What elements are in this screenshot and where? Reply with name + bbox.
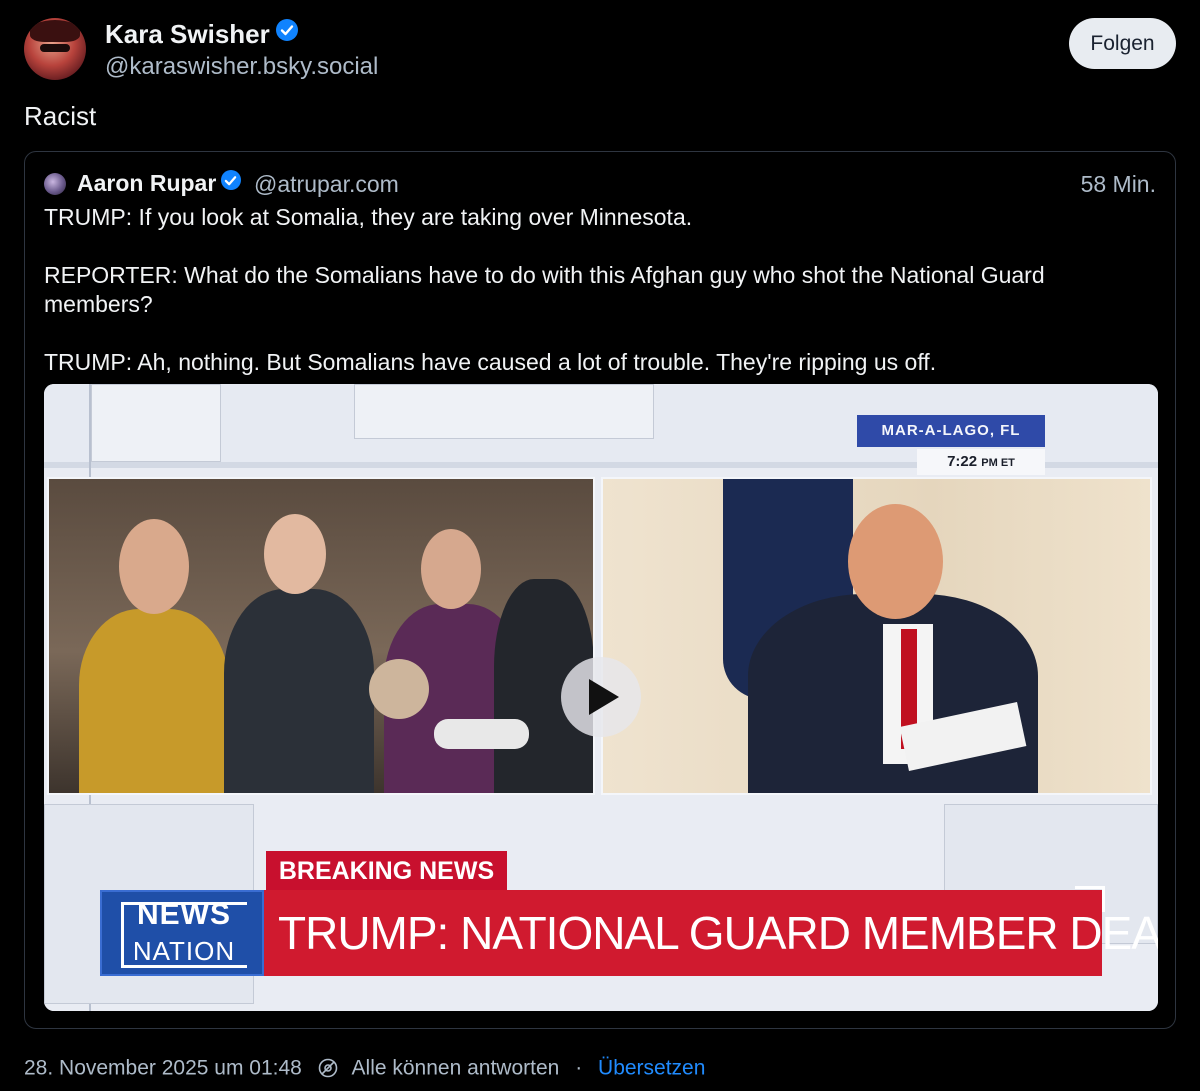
post-author-name[interactable]: Kara Swisher [105,19,298,50]
quoted-post[interactable]: Aaron Rupar @atrupar.com 58 Min. TRUMP: … [24,151,1176,1029]
news-nation-logo: NEWS NATION [100,890,264,976]
quoted-author-name[interactable]: Aaron Rupar [77,170,242,197]
follow-button[interactable]: Folgen [1069,18,1176,69]
post-text: Racist [24,101,97,131]
post-author-name-text: Kara Swisher [105,19,270,49]
time-tag-suffix: PM ET [981,457,1015,469]
reporter-figure [224,589,374,793]
video-frame-trump [601,477,1152,795]
verified-badge-icon[interactable] [275,19,298,41]
reply-setting-text[interactable]: Alle können antworten [352,1056,560,1079]
time-tag-clock: 7:22 [947,453,978,470]
reporter-figure [119,519,189,614]
studio-tile [354,384,654,439]
photographer-figure [369,659,429,719]
camera-lens [434,719,529,749]
avatar-hair [30,20,80,42]
post-timestamp[interactable]: 28. November 2025 um 01:48 [24,1056,302,1079]
verified-badge-icon[interactable] [221,170,242,190]
quoted-author-handle[interactable]: @atrupar.com [254,171,399,198]
footer-separator: · [575,1056,583,1080]
quoted-paragraph: TRUMP: If you look at Somalia, they are … [44,204,693,230]
post-footer: 28. November 2025 um 01:48 Alle können a… [24,1056,705,1080]
post-author-handle[interactable]: @karaswisher.bsky.social [105,53,378,81]
reporter-figure [79,609,229,793]
news-headline: TRUMP: NATIONAL GUARD MEMBER DEAD [264,890,1158,976]
quoted-author-avatar[interactable] [44,173,66,195]
logo-line1: NEWS [137,898,231,931]
quoted-paragraph: REPORTER: What do the Somalians have to … [44,262,1045,317]
speaker-figure [848,504,943,619]
studio-tile [91,384,221,462]
breaking-news-label: BREAKING NEWS [266,851,507,891]
play-button[interactable] [561,657,641,737]
avatar-glasses [40,44,70,52]
quoted-paragraph: TRUMP: Ah, nothing. But Somalians have c… [44,349,937,375]
quoted-author-name-text: Aaron Rupar [77,170,217,196]
time-tag: 7:22 PM ET [917,449,1045,475]
location-tag: MAR-A-LAGO, FL [857,415,1045,447]
video-player[interactable]: MAR-A-LAGO, FL 7:22 PM ET BREAKING NEWS … [44,384,1158,1011]
reporter-figure [264,514,326,594]
reply-settings-icon [318,1059,337,1078]
corner-mark [1075,886,1105,912]
translate-link[interactable]: Übersetzen [598,1056,705,1079]
reporter-figure [421,529,481,609]
quoted-post-text: TRUMP: If you look at Somalia, they are … [44,203,1159,377]
logo-line2: NATION [132,936,236,966]
post-author-avatar[interactable] [24,18,86,80]
play-icon [589,679,619,715]
video-frame-reporters [47,477,595,795]
quoted-post-time[interactable]: 58 Min. [1081,171,1156,198]
